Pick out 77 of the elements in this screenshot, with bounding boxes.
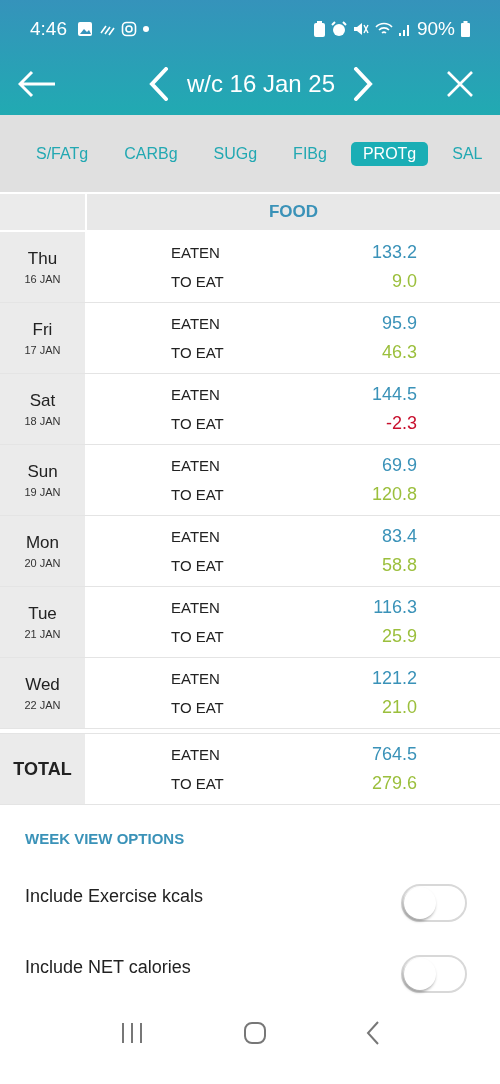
day-name: Sun [27, 462, 58, 482]
option-label: Include Exercise kcals [25, 886, 204, 907]
day-name: Tue [28, 604, 57, 624]
to-eat-value: 9.0 [391, 271, 417, 292]
toggle-switch[interactable] [401, 883, 467, 922]
to-eat-label: TO EAT [171, 415, 224, 432]
column-header: FOOD [87, 194, 500, 230]
battery-percent: 90% [416, 18, 455, 40]
battery-icon [461, 21, 470, 37]
day-name: Thu [27, 249, 58, 269]
back-arrow-icon[interactable] [18, 69, 56, 98]
eaten-label: EATEN [171, 315, 220, 332]
section-heading: WEEK VIEW OPTIONS [25, 830, 186, 847]
alarm-icon [330, 21, 347, 37]
day-name: Wed [25, 675, 60, 695]
nutrient-tab[interactable]: SAL [440, 141, 495, 166]
to-eat-label: TO EAT [171, 775, 224, 792]
eaten-label: EATEN [171, 670, 220, 687]
to-eat-value: -2.3 [385, 413, 417, 434]
to-eat-value: 58.8 [381, 555, 417, 576]
to-eat-label: TO EAT [171, 273, 224, 290]
day-date: 21 JAN [24, 628, 61, 640]
day-name: Mon [25, 533, 60, 553]
wifi-icon [374, 21, 393, 37]
eaten-value: 83.4 [381, 526, 417, 547]
to-eat-value: 25.9 [381, 626, 417, 647]
back-icon[interactable] [366, 1021, 381, 1045]
week-title: w/c 16 Jan 25 [186, 69, 336, 98]
day-date: 19 JAN [24, 486, 61, 498]
day-date: 16 JAN [24, 273, 61, 285]
nutrient-tab[interactable]: S/FATg [24, 141, 101, 166]
toggle-switch[interactable] [401, 954, 467, 993]
to-eat-label: TO EAT [171, 486, 224, 503]
eaten-label: EATEN [171, 457, 220, 474]
eaten-value: 121.2 [371, 668, 417, 689]
day-date: 18 JAN [24, 415, 61, 427]
eaten-value: 144.5 [371, 384, 417, 405]
to-eat-value: 46.3 [381, 342, 417, 363]
eaten-value: 69.9 [381, 455, 417, 476]
eaten-label: EATEN [171, 244, 220, 261]
nutrient-tab[interactable]: FIBg [281, 141, 339, 166]
to-eat-value: 21.0 [381, 697, 417, 718]
chevron-right-icon[interactable] [353, 66, 374, 101]
eaten-value: 133.2 [371, 242, 417, 263]
day-date: 20 JAN [24, 557, 61, 569]
nutrient-tab[interactable]: PROTg [350, 141, 429, 166]
eaten-value: 95.9 [381, 313, 417, 334]
eaten-label: EATEN [171, 599, 220, 616]
day-date: 17 JAN [24, 344, 61, 356]
clock-time: 4:46 [30, 18, 67, 40]
camera-icon [121, 21, 137, 37]
to-eat-label: TO EAT [171, 344, 224, 361]
recent-apps-icon[interactable] [119, 1022, 144, 1044]
close-icon[interactable] [446, 69, 474, 98]
nutrient-tab[interactable]: CARBg [112, 141, 190, 166]
to-eat-value: 120.8 [371, 484, 417, 505]
day-date: 22 JAN [24, 699, 61, 711]
total-label: TOTAL [13, 758, 72, 780]
day-name: Sat [29, 391, 56, 411]
mute-icon [352, 21, 369, 37]
eaten-label: EATEN [171, 386, 220, 403]
to-eat-value: 279.6 [371, 773, 417, 794]
home-icon[interactable] [243, 1021, 267, 1045]
eaten-label: EATEN [171, 746, 220, 763]
to-eat-label: TO EAT [171, 628, 224, 645]
image-icon [77, 21, 93, 37]
dot-icon [143, 26, 149, 32]
eaten-value: 764.5 [371, 744, 417, 765]
battery-saver-icon [313, 21, 325, 37]
eaten-label: EATEN [171, 528, 220, 545]
to-eat-label: TO EAT [171, 557, 224, 574]
option-label: Include NET calories [25, 957, 191, 978]
chevron-left-icon[interactable] [148, 66, 169, 101]
to-eat-label: TO EAT [171, 699, 224, 716]
nutrient-tab[interactable]: SUGg [201, 141, 270, 166]
eaten-value: 116.3 [373, 597, 417, 618]
day-name: Fri [32, 320, 53, 340]
